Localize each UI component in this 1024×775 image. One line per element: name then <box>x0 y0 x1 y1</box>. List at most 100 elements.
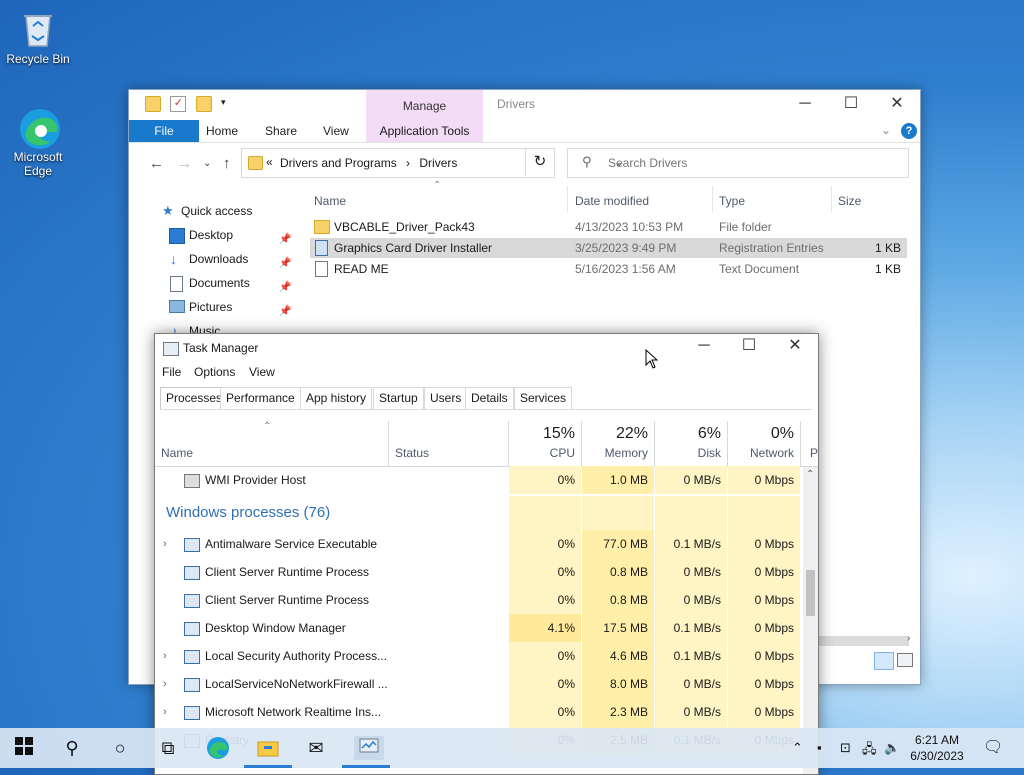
file-row[interactable]: VBCABLE_Driver_Pack43 4/13/2023 10:53 PM… <box>310 217 907 237</box>
tm-menu-view[interactable]: View <box>249 365 275 379</box>
document-icon <box>170 276 183 292</box>
column-header-date-modified[interactable]: Date modified <box>575 190 649 212</box>
search-input[interactable] <box>606 153 900 173</box>
expand-chevron-icon[interactable]: › <box>163 670 167 698</box>
explorer-titlebar[interactable]: ✓ ▾ Manage Drivers ─ ☐ ✕ <box>129 90 920 120</box>
tray-app-icon[interactable]: ▪ <box>817 740 822 755</box>
scroll-right-arrow-icon[interactable]: › <box>907 633 910 644</box>
edge-taskbar-icon[interactable] <box>206 736 230 760</box>
column-header-status[interactable]: Status <box>395 446 429 460</box>
file-explorer-taskbar-icon[interactable] <box>256 736 280 760</box>
network-value: 0 Mbps <box>754 473 794 487</box>
ribbon-tab-file[interactable]: File <box>129 120 199 142</box>
ribbon-tab-application-tools[interactable]: Application Tools <box>366 120 483 142</box>
network-icon[interactable]: 🖧 <box>862 740 877 762</box>
forward-button[interactable]: → <box>177 155 192 172</box>
nav-quick-access[interactable]: ★ Quick access <box>129 200 299 222</box>
explorer-maximize-button[interactable]: ☐ <box>828 90 874 120</box>
explorer-close-button[interactable]: ✕ <box>874 90 920 120</box>
tab-users[interactable]: Users <box>424 387 468 409</box>
process-row[interactable]: › Local Security Authority Process... 0% 4.… <box>155 642 801 670</box>
tab-processes[interactable]: Processes <box>160 387 229 409</box>
search-box[interactable]: ⚲ <box>567 148 909 178</box>
process-row[interactable]: › LocalServiceNoNetworkFirewall ... 0% 8.0 … <box>155 670 801 698</box>
tab-details[interactable]: Details <box>465 387 514 409</box>
column-header-network[interactable]: 0% Network <box>728 421 800 466</box>
expand-chevron-icon[interactable]: › <box>163 698 167 726</box>
tab-services[interactable]: Services <box>514 387 573 409</box>
show-hidden-icons-chevron-icon[interactable]: ⌃ <box>792 740 803 756</box>
breadcrumb-drivers-and-programs[interactable]: Drivers and Programs <box>280 156 397 170</box>
ribbon-expand-icon[interactable]: ⌄ <box>881 123 891 137</box>
tm-menu-file[interactable]: File <box>162 365 181 379</box>
task-view-icon[interactable]: ⧉ <box>156 736 180 760</box>
column-header-size[interactable]: Size <box>838 190 861 212</box>
file-row-selected[interactable]: Graphics Card Driver Installer 3/25/2023… <box>310 238 907 258</box>
new-folder-icon[interactable] <box>195 96 212 112</box>
task-manager-taskbar-icon[interactable] <box>354 736 384 760</box>
help-icon[interactable]: ? <box>901 123 917 139</box>
network-value: 0 Mbps <box>754 537 794 551</box>
desktop-icon-edge[interactable]: Microsoft Edge <box>5 106 71 178</box>
column-header-disk[interactable]: 6% Disk <box>655 421 727 466</box>
scroll-up-arrow-icon[interactable]: ⌃ <box>806 469 814 480</box>
tm-scroll-thumb[interactable] <box>806 570 815 616</box>
back-button[interactable]: ← <box>149 155 164 172</box>
group-header-row[interactable]: Windows processes (76) <box>155 496 801 530</box>
nav-pictures[interactable]: Pictures 📌 <box>129 296 299 318</box>
details-view-button[interactable] <box>874 652 894 670</box>
network-value: 0 Mbps <box>754 677 794 691</box>
taskbar-clock[interactable]: 6:21 AM 6/30/2023 <box>905 732 969 764</box>
nav-documents[interactable]: Documents 📌 <box>129 272 299 294</box>
disk-value: 0 MB/s <box>683 705 721 719</box>
manage-context-tab[interactable]: Manage <box>366 90 483 120</box>
process-row[interactable]: Client Server Runtime Process 0% 0.8 MB 0 M… <box>155 558 801 586</box>
volume-icon[interactable]: 🔈 <box>884 740 900 756</box>
process-row[interactable]: Client Server Runtime Process 0% 0.8 MB 0 M… <box>155 586 801 614</box>
nav-desktop[interactable]: Desktop 📌 <box>129 224 299 246</box>
expand-chevron-icon[interactable]: › <box>163 530 167 558</box>
properties-check-icon[interactable]: ✓ <box>170 96 187 112</box>
task-manager-title: Task Manager <box>183 341 259 355</box>
up-button[interactable]: ↑ <box>223 155 231 172</box>
column-header-name[interactable]: Name <box>314 190 346 212</box>
tm-maximize-button[interactable]: ☐ <box>726 334 772 360</box>
column-header-type[interactable]: Type <box>719 190 745 212</box>
large-icons-view-button[interactable] <box>897 653 913 667</box>
cpu-cell <box>509 496 581 530</box>
nav-downloads[interactable]: ↓ Downloads 📌 <box>129 248 299 270</box>
column-header-memory[interactable]: 22% Memory <box>582 421 654 466</box>
process-row[interactable]: › Antimalware Service Executable 0% 77.0 MB… <box>155 530 801 558</box>
search-taskbar-icon[interactable]: ⚲ <box>60 736 84 760</box>
tray-device-icon[interactable]: ⊡ <box>840 740 851 756</box>
breadcrumb-drivers[interactable]: Drivers <box>419 156 457 170</box>
recent-locations-button[interactable]: ⌄ <box>203 158 211 169</box>
address-bar[interactable]: « Drivers and Programs › Drivers ⌄ <box>241 148 624 178</box>
tab-app-history[interactable]: App history <box>300 387 373 409</box>
notifications-icon[interactable]: 🗨 <box>983 737 1003 757</box>
cortana-icon[interactable]: ○ <box>108 736 132 760</box>
tm-close-button[interactable]: ✕ <box>772 334 818 360</box>
refresh-button[interactable]: ↻ <box>525 148 554 176</box>
taskbar: ⚲ ○ ⧉ ✉ ⌃ ▪ ⊡ 🖧 🔈 6:21 AM 6/30/2023 🗨 <box>0 728 1024 768</box>
column-header-name[interactable]: Name <box>161 446 193 460</box>
process-row[interactable]: Desktop Window Manager 4.1% 17.5 MB 0.1 MB/… <box>155 614 801 642</box>
file-row[interactable]: READ ME 5/16/2023 1:56 AM Text Document … <box>310 259 907 279</box>
column-header-power[interactable]: P <box>810 446 818 460</box>
expand-chevron-icon[interactable]: › <box>163 642 167 670</box>
column-header-cpu[interactable]: 15% CPU <box>509 421 581 466</box>
ribbon-tab-view[interactable]: View <box>323 120 349 142</box>
desktop-icon-recycle-bin[interactable]: Recycle Bin <box>5 8 71 66</box>
mail-icon[interactable]: ✉ <box>304 736 328 760</box>
ribbon-tab-home[interactable]: Home <box>206 120 238 142</box>
tm-minimize-button[interactable]: ─ <box>681 334 727 360</box>
process-row[interactable]: › Microsoft Network Realtime Ins... 0% 2.3 … <box>155 698 801 726</box>
qat-dropdown-icon[interactable]: ▾ <box>221 97 229 111</box>
tab-startup[interactable]: Startup <box>373 387 424 409</box>
process-row[interactable]: WMI Provider Host 0% 1.0 MB 0 MB/s 0 Mbp… <box>155 466 801 494</box>
tab-performance[interactable]: Performance <box>220 387 301 409</box>
tm-menu-options[interactable]: Options <box>194 365 235 379</box>
start-button[interactable] <box>12 736 36 760</box>
ribbon-tab-share[interactable]: Share <box>265 120 297 142</box>
explorer-minimize-button[interactable]: ─ <box>782 90 828 120</box>
